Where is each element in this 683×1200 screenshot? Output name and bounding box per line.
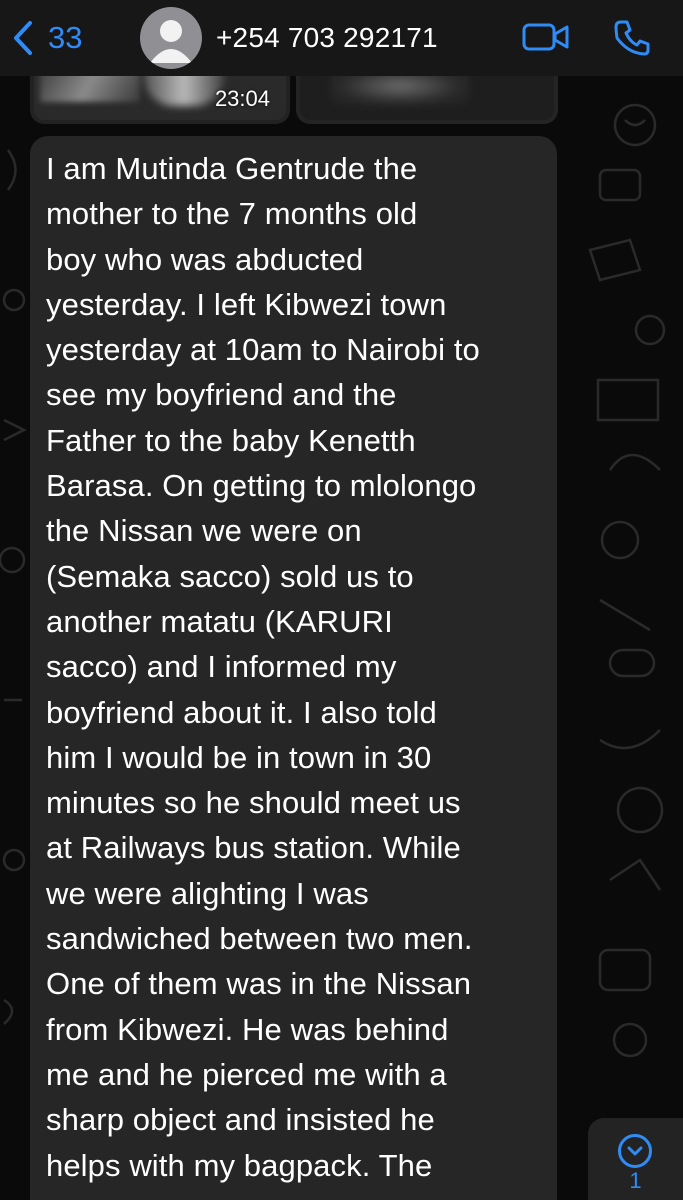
chevron-down-icon (618, 1134, 652, 1168)
chat-screen: 23:04 I am Mutinda Gentrude the mother t… (0, 0, 683, 1200)
unread-chats-count: 33 (48, 20, 83, 55)
voice-call-button[interactable] (612, 18, 652, 63)
person-avatar-icon (150, 20, 192, 63)
video-camera-icon (522, 23, 569, 51)
chevron-left-icon (14, 21, 32, 55)
contact-name[interactable]: +254 703 292171 (216, 22, 438, 54)
message-timestamp: 23:04 (214, 86, 270, 111)
avatar[interactable] (140, 7, 202, 69)
phone-icon (614, 20, 650, 56)
unread-message-count: 1 (629, 1168, 642, 1193)
video-call-button[interactable] (522, 22, 570, 57)
scroll-to-bottom-button[interactable]: 1 (588, 1118, 683, 1200)
chat-header: 33 +254 703 292171 (0, 0, 683, 76)
message-text: I am Mutinda Gentrude the mother to the … (46, 151, 480, 1183)
back-button[interactable]: 33 (12, 14, 82, 62)
